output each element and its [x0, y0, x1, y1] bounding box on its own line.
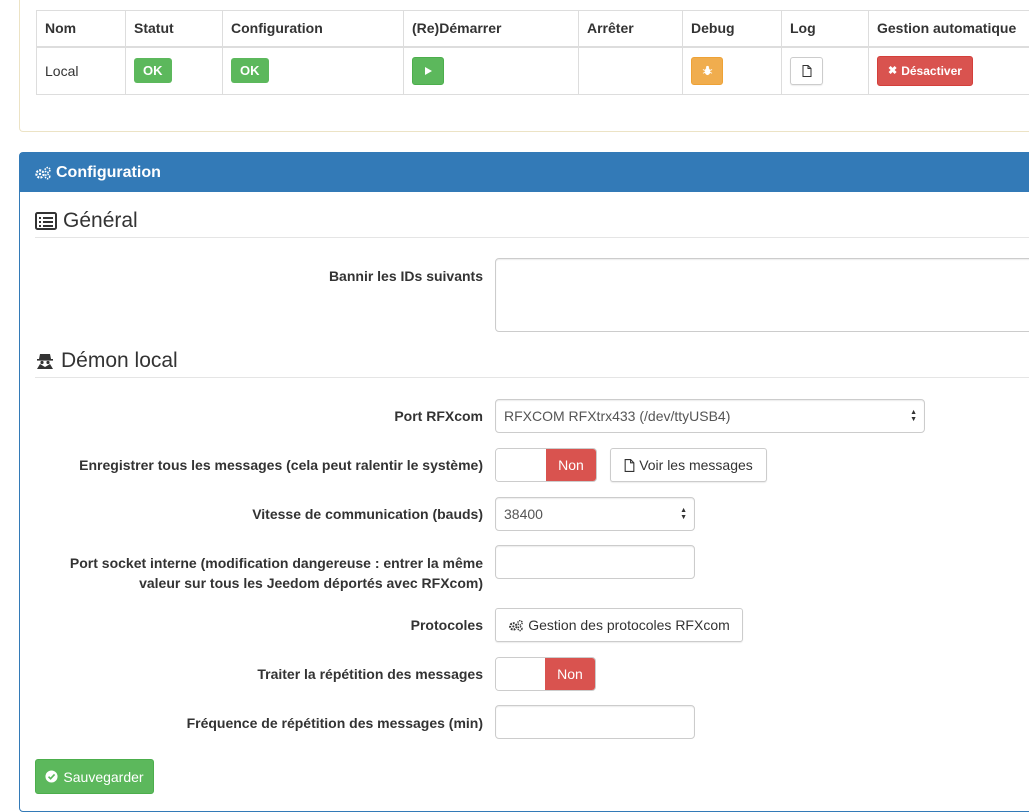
times-icon: ✖ — [888, 64, 897, 77]
col-header-debug: Debug — [683, 11, 782, 47]
cogs-icon — [508, 619, 524, 632]
protocols-label: Protocoles — [411, 615, 483, 635]
col-header-log: Log — [782, 11, 869, 47]
socket-port-label-line1: Port socket interne (modification danger… — [70, 553, 483, 573]
status-badge: OK — [134, 58, 172, 83]
log-button[interactable] — [790, 57, 823, 85]
toggle-track — [496, 449, 546, 481]
toggle-track — [496, 658, 545, 690]
play-icon — [423, 66, 433, 76]
cogs-icon — [34, 166, 52, 180]
repeat-messages-toggle-label: Non — [545, 658, 595, 690]
col-header-stop: Arrêter — [579, 11, 683, 47]
list-alt-icon — [35, 212, 57, 230]
col-header-restart: (Re)Démarrer — [404, 11, 579, 47]
speed-select[interactable]: 38400 ▲▼ — [495, 497, 695, 531]
configuration-cell: OK — [223, 47, 404, 95]
speed-label: Vitesse de communication (bauds) — [252, 504, 483, 524]
log-all-messages-label: Enregistrer tous les messages (cela peut… — [79, 455, 483, 475]
configuration-heading: Configuration — [20, 153, 1029, 192]
view-messages-label: Voir les messages — [639, 457, 753, 473]
log-all-messages-toggle[interactable]: Non — [495, 448, 597, 482]
repeat-frequency-label: Fréquence de répétition des messages (mi… — [187, 713, 483, 733]
ban-ids-label: Bannir les IDs suivants — [329, 266, 483, 286]
speed-value: 38400 — [504, 506, 543, 522]
port-rfxcom-label: Port RFXcom — [394, 406, 483, 426]
bug-icon — [702, 65, 713, 76]
user-secret-icon — [35, 352, 55, 370]
local-daemon-section-title: Démon local — [35, 349, 1029, 378]
port-rfxcom-select[interactable]: RFXCOM RFXtrx433 (/dev/ttyUSB4) ▲▼ — [495, 399, 925, 433]
save-button[interactable]: Sauvegarder — [35, 759, 154, 794]
ban-ids-textarea[interactable] — [495, 258, 1029, 332]
stop-cell — [579, 47, 683, 95]
col-header-configuration: Configuration — [223, 11, 404, 47]
check-circle-icon — [45, 770, 58, 783]
socket-port-label-line2: valeur sur tous les Jeedom déportés avec… — [70, 573, 483, 593]
select-arrows-icon: ▲▼ — [680, 507, 687, 521]
manage-protocols-label: Gestion des protocoles RFXcom — [528, 617, 730, 633]
file-icon — [802, 65, 812, 77]
deactivate-label: Désactiver — [901, 64, 962, 78]
save-label: Sauvegarder — [63, 769, 143, 785]
repeat-messages-toggle[interactable]: Non — [495, 657, 596, 691]
restart-button[interactable] — [412, 57, 444, 85]
daemon-table-header: Nom Statut Configuration (Re)Démarrer Ar… — [37, 11, 1029, 47]
log-all-messages-toggle-label: Non — [546, 449, 596, 481]
log-cell — [782, 47, 869, 95]
socket-port-label: Port socket interne (modification danger… — [70, 553, 483, 593]
socket-port-input[interactable] — [495, 545, 695, 579]
debug-cell — [683, 47, 782, 95]
port-rfxcom-value: RFXCOM RFXtrx433 (/dev/ttyUSB4) — [504, 408, 730, 424]
daemon-name: Local — [37, 47, 126, 95]
configuration-panel: Configuration Général Bannir les IDs sui… — [19, 152, 1029, 812]
general-section-title: Général — [35, 209, 1029, 238]
status-cell: OK — [126, 47, 223, 95]
auto-management-cell: ✖ Désactiver — [869, 47, 1029, 95]
file-icon — [624, 459, 635, 472]
repeat-messages-label: Traiter la répétition des messages — [257, 664, 483, 684]
daemon-table: Nom Statut Configuration (Re)Démarrer Ar… — [36, 10, 1029, 95]
select-arrows-icon: ▲▼ — [910, 409, 917, 423]
repeat-frequency-input[interactable] — [495, 705, 695, 739]
configuration-badge: OK — [231, 58, 269, 83]
local-daemon-title: Démon local — [61, 349, 178, 373]
col-header-auto-management: Gestion automatique — [869, 11, 1029, 47]
table-row: Local OK OK — [37, 47, 1029, 95]
daemon-panel: Nom Statut Configuration (Re)Démarrer Ar… — [19, 0, 1029, 132]
view-messages-button[interactable]: Voir les messages — [610, 448, 767, 482]
col-header-name: Nom — [37, 11, 126, 47]
manage-protocols-button[interactable]: Gestion des protocoles RFXcom — [495, 608, 743, 642]
general-title: Général — [63, 209, 138, 233]
configuration-title: Configuration — [56, 164, 161, 182]
debug-button[interactable] — [691, 57, 723, 85]
deactivate-button[interactable]: ✖ Désactiver — [877, 56, 973, 86]
col-header-status: Statut — [126, 11, 223, 47]
restart-cell — [404, 47, 579, 95]
